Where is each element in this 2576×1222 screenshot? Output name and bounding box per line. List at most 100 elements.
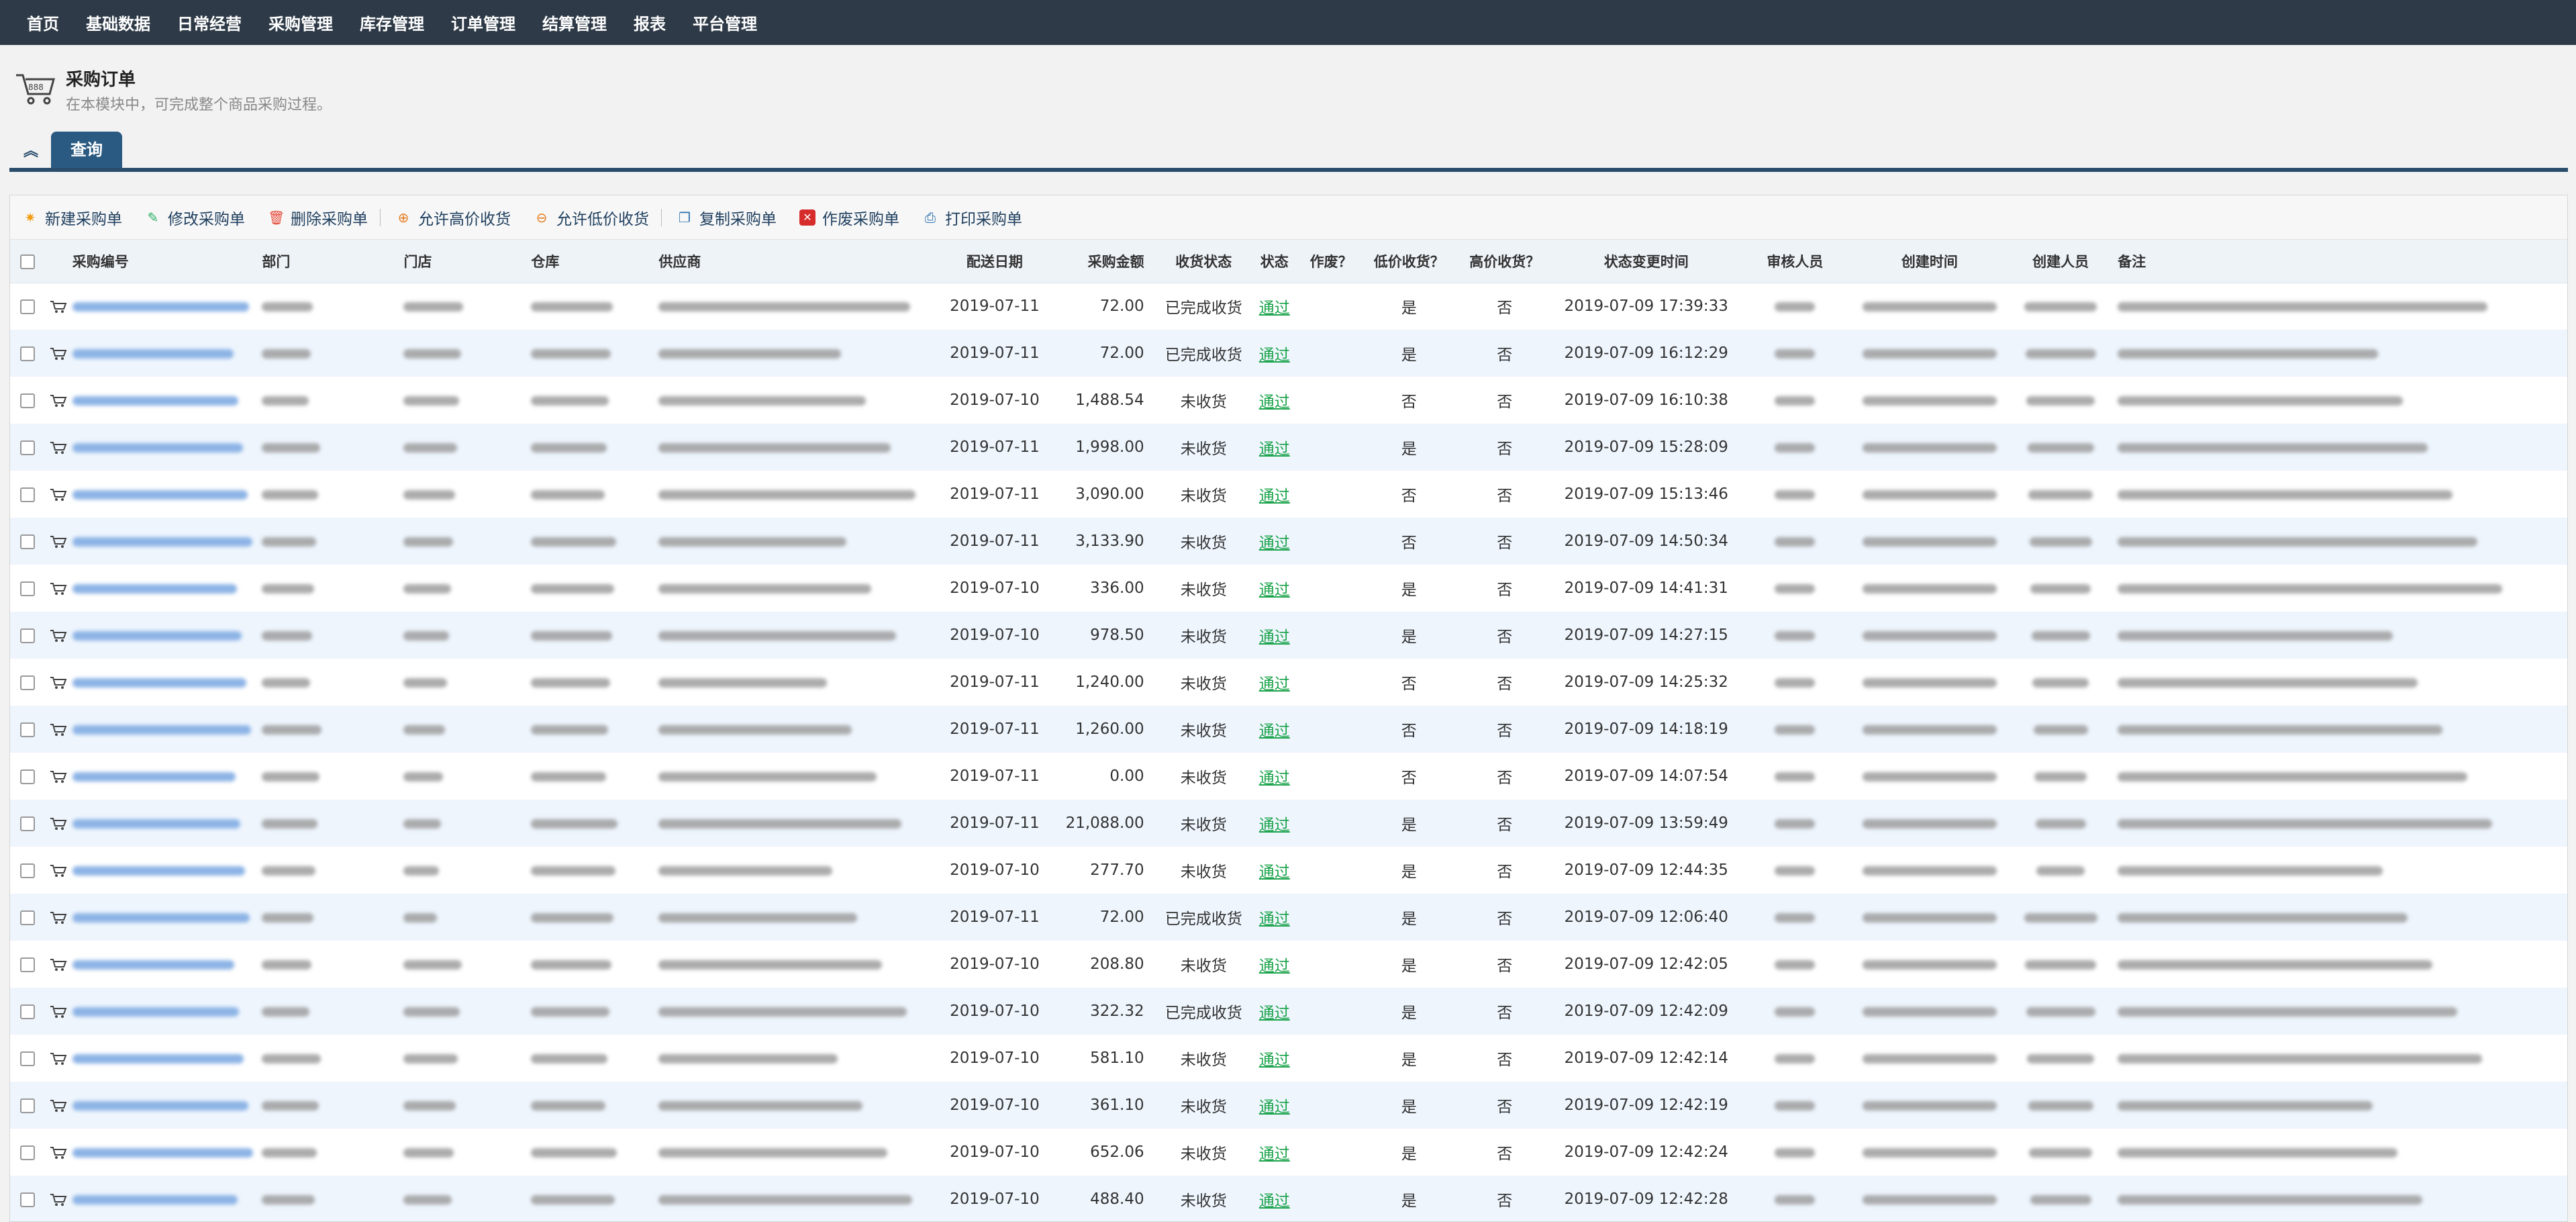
edit-order-button[interactable]: ✎ 修改采购单 <box>145 206 245 229</box>
row-checkbox[interactable] <box>10 612 46 659</box>
row-checkbox[interactable] <box>10 941 46 988</box>
delete-order-button[interactable]: 🗑 删除采购单 <box>268 206 368 229</box>
order-no-cell[interactable] <box>45 988 258 1035</box>
select-all-checkbox[interactable] <box>10 240 46 283</box>
order-no-cell[interactable] <box>46 565 258 612</box>
status-cell[interactable]: 通过 <box>1249 988 1299 1035</box>
table-row[interactable]: 2019-07-11 3,090.00 未收货 通过 否 否 2019-07-09 15:1… <box>10 471 2567 518</box>
status-link[interactable]: 通过 <box>1259 863 1290 881</box>
nav-daily-ops[interactable]: 日常经营 <box>177 11 242 34</box>
order-no-cell[interactable] <box>46 941 258 988</box>
col-creator[interactable]: 创建人员 <box>2008 240 2114 283</box>
table-row[interactable]: 2019-07-11 1,240.00 未收货 通过 否 否 2019-07-09 14:2… <box>10 659 2567 706</box>
order-no-cell[interactable] <box>45 706 258 753</box>
status-cell[interactable]: 通过 <box>1250 847 1299 894</box>
col-delivery-date[interactable]: 配送日期 <box>938 240 1052 283</box>
status-cell[interactable]: 通过 <box>1249 706 1299 753</box>
nav-purchasing[interactable]: 采购管理 <box>268 11 333 34</box>
table-row[interactable]: 2019-07-11 0.00 未收货 通过 否 否 2019-07-09 14:07:54 <box>10 753 2567 800</box>
status-link[interactable]: 通过 <box>1259 957 1290 975</box>
nav-orders[interactable]: 订单管理 <box>451 11 515 34</box>
nav-settlement[interactable]: 结算管理 <box>542 11 607 34</box>
col-status-time[interactable]: 状态变更时间 <box>1554 240 1738 283</box>
col-supplier[interactable]: 供应商 <box>654 240 938 283</box>
order-no-cell[interactable] <box>46 1035 258 1082</box>
row-checkbox[interactable] <box>10 330 46 377</box>
row-checkbox[interactable] <box>10 753 46 800</box>
status-link[interactable]: 通过 <box>1259 628 1290 646</box>
status-link[interactable]: 通过 <box>1259 1145 1290 1163</box>
table-row[interactable]: 2019-07-11 1,260.00 未收货 通过否否 2019-07-09 14:1… <box>10 706 2567 753</box>
copy-order-button[interactable]: ❐ 复制采购单 <box>677 206 777 229</box>
row-checkbox[interactable] <box>10 659 46 706</box>
table-row[interactable]: 2019-07-10 208.80 未收货 通过 是 否 2019-07-09 12:42:… <box>10 941 2567 988</box>
table-row[interactable]: 2019-07-11 72.00 已完成收货 通过 是否 2019-07-09 16:12… <box>10 330 2567 377</box>
row-checkbox[interactable] <box>10 1129 46 1176</box>
order-no-cell[interactable] <box>45 1082 258 1129</box>
status-link[interactable]: 通过 <box>1259 816 1290 834</box>
nav-home[interactable]: 首页 <box>27 11 59 34</box>
col-order-no[interactable]: 采购编号 <box>45 240 258 283</box>
order-no-cell[interactable] <box>46 471 258 518</box>
col-low-price[interactable]: 低价收货？ <box>1363 240 1455 283</box>
status-link[interactable]: 通过 <box>1259 299 1290 317</box>
col-warehouse[interactable]: 仓库 <box>527 240 655 283</box>
allow-low-price-button[interactable]: ⊖ 允许低价收货 <box>534 206 649 229</box>
table-row[interactable]: 2019-07-10 277.70 未收货 通过 是 否 2019-07-09 12:44:… <box>10 847 2567 894</box>
status-link[interactable]: 通过 <box>1259 581 1290 599</box>
table-row[interactable]: 2019-07-10 322.32 已完成收货 通过 是否 2019-07-09 12:4… <box>10 988 2567 1035</box>
order-no-cell[interactable] <box>45 518 258 565</box>
row-checkbox[interactable] <box>10 471 46 518</box>
status-cell[interactable]: 通过 <box>1249 1082 1299 1129</box>
order-no-cell[interactable] <box>46 377 258 424</box>
status-link[interactable]: 通过 <box>1259 487 1290 505</box>
nav-reports[interactable]: 报表 <box>634 11 666 34</box>
order-no-cell[interactable] <box>45 1176 258 1221</box>
col-receive-status[interactable]: 收货状态 <box>1157 240 1250 283</box>
status-cell[interactable]: 通过 <box>1249 1176 1299 1221</box>
table-row[interactable]: 2019-07-10 581.10 未收货 通过 是 否 2019-07-09 12:42:… <box>10 1035 2567 1082</box>
status-link[interactable]: 通过 <box>1259 346 1290 364</box>
status-cell[interactable]: 通过 <box>1250 659 1299 706</box>
order-no-cell[interactable] <box>46 847 258 894</box>
nav-platform[interactable]: 平台管理 <box>693 11 757 34</box>
status-link[interactable]: 通过 <box>1259 440 1290 458</box>
status-cell[interactable]: 通过 <box>1249 894 1299 941</box>
status-cell[interactable]: 通过 <box>1250 471 1299 518</box>
status-cell[interactable]: 通过 <box>1250 377 1299 424</box>
row-checkbox[interactable] <box>10 1082 46 1129</box>
table-row[interactable]: 2019-07-10 978.50 未收货 通过 是否 2019-07-09 14:27:… <box>10 612 2567 659</box>
status-link[interactable]: 通过 <box>1259 534 1290 552</box>
row-checkbox[interactable] <box>10 706 46 753</box>
row-checkbox[interactable] <box>10 283 46 330</box>
status-cell[interactable]: 通过 <box>1250 283 1299 330</box>
table-row[interactable]: 2019-07-10 652.06 未收货 通过 是 否 2019-07-09 12:42:… <box>10 1129 2567 1176</box>
status-cell[interactable]: 通过 <box>1250 1035 1299 1082</box>
table-row[interactable]: 2019-07-11 3,133.90 未收货 通过否否 2019-07-09 14:5… <box>10 518 2567 565</box>
tab-query[interactable]: 查询 <box>51 132 122 168</box>
status-cell[interactable]: 通过 <box>1249 612 1299 659</box>
status-cell[interactable]: 通过 <box>1249 330 1299 377</box>
order-no-cell[interactable] <box>45 424 258 471</box>
double-chevron-up-icon[interactable]: ︽ <box>17 138 44 165</box>
row-checkbox[interactable] <box>10 894 46 941</box>
status-cell[interactable]: 通过 <box>1250 941 1299 988</box>
row-checkbox[interactable] <box>10 1176 46 1221</box>
row-checkbox[interactable] <box>10 1035 46 1082</box>
row-checkbox[interactable] <box>10 988 46 1035</box>
order-no-cell[interactable] <box>45 330 258 377</box>
table-row[interactable]: 2019-07-10 361.10 未收货 通过 是否 2019-07-09 12:42:… <box>10 1082 2567 1129</box>
table-row[interactable]: 2019-07-11 72.00 已完成收货 通过 是 否 2019-07-09 17:39… <box>10 283 2567 330</box>
row-checkbox[interactable] <box>10 377 46 424</box>
nav-inventory[interactable]: 库存管理 <box>360 11 424 34</box>
row-checkbox[interactable] <box>10 847 46 894</box>
status-cell[interactable]: 通过 <box>1249 424 1299 471</box>
col-store[interactable]: 门店 <box>399 240 528 283</box>
nav-basic-data[interactable]: 基础数据 <box>86 11 150 34</box>
table-row[interactable]: 2019-07-10 336.00 未收货 通过 是 否 2019-07-09 14:41:… <box>10 565 2567 612</box>
col-remark[interactable]: 备注 <box>2114 240 2567 283</box>
col-status[interactable]: 状态 <box>1249 240 1299 283</box>
order-no-cell[interactable] <box>46 283 258 330</box>
status-cell[interactable]: 通过 <box>1250 1129 1299 1176</box>
status-link[interactable]: 通过 <box>1259 1004 1290 1022</box>
